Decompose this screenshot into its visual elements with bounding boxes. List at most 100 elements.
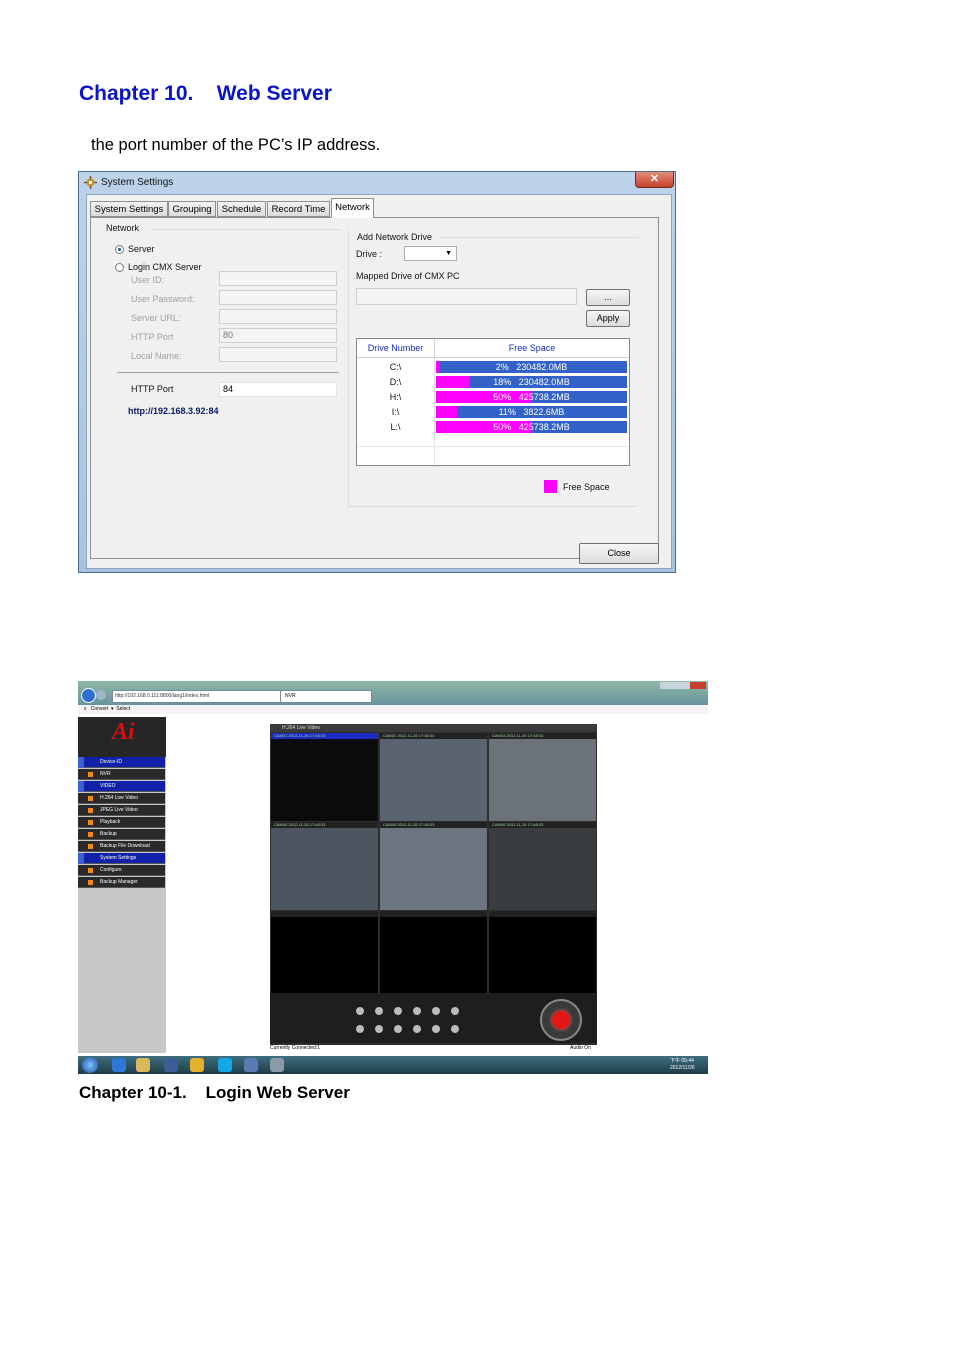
login-cmx-label: Login CMX Server [128, 262, 202, 272]
app-icon[interactable] [270, 1058, 284, 1072]
explorer-icon[interactable] [190, 1058, 204, 1072]
sidebar-item[interactable]: System Settings [78, 853, 165, 864]
camera-tile[interactable]: CAM01 2012-11-26 17:48:33 [271, 733, 378, 821]
ptz-button[interactable] [432, 1025, 440, 1033]
tab-schedule[interactable]: Schedule [217, 201, 266, 217]
chapter-title: Chapter 10. Web Server [79, 82, 332, 105]
sidebar-item[interactable]: Configure [78, 865, 165, 876]
live-video-viewer: H.264 Live Video CAM01 2012-11-26 17:48:… [270, 724, 597, 1072]
group-divider [439, 237, 639, 238]
camera-tile[interactable] [489, 911, 596, 999]
ptz-button[interactable] [375, 1007, 383, 1015]
back-icon[interactable] [81, 688, 96, 703]
login-cmx-radio[interactable] [115, 263, 124, 272]
server-url-field[interactable] [219, 309, 337, 324]
ptz-button[interactable] [394, 1007, 402, 1015]
connection-status: Currently Connected:1 [270, 1045, 321, 1051]
legend-label: Free Space [563, 482, 610, 492]
ptz-button[interactable] [356, 1007, 364, 1015]
network-group-label: Network [106, 223, 140, 233]
window-controls[interactable] [660, 682, 706, 689]
free-space-bar: 50% 425738.2MB [436, 391, 627, 403]
close-icon[interactable]: ✕ [635, 172, 674, 188]
close-button[interactable]: Close [579, 543, 659, 564]
folder-icon[interactable] [136, 1058, 150, 1072]
free-space-text: 50% 425738.2MB [493, 392, 570, 402]
joystick-center-icon[interactable] [552, 1011, 570, 1029]
camera-tile[interactable] [380, 911, 487, 999]
ptz-button[interactable] [356, 1025, 364, 1033]
ptz-button[interactable] [451, 1025, 459, 1033]
local-name-label: Local Name: [131, 351, 182, 361]
http-port-label: HTTP Port [131, 384, 174, 394]
close-icon[interactable] [690, 682, 706, 689]
camera-tile[interactable]: CAM02 2012-11-26 17:48:33 [380, 733, 487, 821]
browser-tab[interactable]: NVR [280, 690, 372, 703]
camera-tile[interactable] [271, 911, 378, 999]
ptz-button[interactable] [432, 1007, 440, 1015]
drive-number-cell: H:\ [389, 392, 402, 402]
sidebar-item[interactable]: VIDEO [78, 781, 165, 792]
browse-button[interactable]: ... [586, 289, 630, 306]
tab-system-settings[interactable]: System Settings [90, 201, 168, 217]
start-button-icon[interactable] [82, 1057, 98, 1073]
mapped-drive-label: Mapped Drive of CMX PC [356, 271, 460, 281]
free-space-text: 50% 425738.2MB [493, 422, 570, 432]
sidebar-item[interactable]: Playback [78, 817, 165, 828]
word-icon[interactable] [244, 1058, 258, 1072]
legend-swatch [544, 480, 557, 493]
ptz-button[interactable] [413, 1007, 421, 1015]
ptz-joystick[interactable] [540, 999, 582, 1041]
sidebar-item[interactable]: H.264 Live Video [78, 793, 165, 804]
user-password-label: User Password: [131, 294, 195, 304]
skype-icon[interactable] [218, 1058, 232, 1072]
sidebar-item[interactable]: Backup Manager [78, 877, 165, 888]
add-network-drive-label: Add Network Drive [357, 232, 433, 242]
system-clock: 下午 05:44 2012/11/26 [670, 1058, 695, 1071]
ptz-button[interactable] [451, 1007, 459, 1015]
viewer-title: H.264 Live Video [270, 724, 597, 732]
ptz-button[interactable] [413, 1025, 421, 1033]
camera-tile[interactable]: CAM05 2012-11-26 17:48:33 [380, 822, 487, 910]
tab-network[interactable]: Network [331, 198, 374, 218]
free-space-bar: 11% 3822.6MB [436, 406, 627, 418]
http-port-field[interactable]: 84 [219, 382, 337, 397]
column-header-free-space: Free Space [435, 339, 629, 358]
figure-caption: Chapter 10-1. Login Web Server [79, 1083, 350, 1102]
ai-logo-mark: Ai [112, 719, 135, 745]
apply-button[interactable]: Apply [586, 310, 630, 327]
server-radio[interactable] [115, 245, 124, 254]
sidebar-item[interactable]: NVR [78, 769, 165, 780]
camera-tile[interactable]: CAM04 2012-11-26 17:48:33 [271, 822, 378, 910]
media-icon[interactable] [164, 1058, 178, 1072]
mapped-drive-field[interactable] [356, 288, 577, 305]
drive-select[interactable]: ▼ [404, 246, 457, 261]
sidebar-item[interactable]: Device-ID [78, 757, 165, 768]
camera-label: CAM05 2012-11-26 17:48:33 [380, 822, 487, 828]
address-bar[interactable]: http://192.168.0.111:8800/lang1/index.ht… [112, 690, 281, 703]
group-divider-vertical [348, 230, 349, 506]
dialog-body: System Settings Grouping Schedule Record… [86, 194, 672, 569]
user-id-field[interactable] [219, 271, 337, 286]
sidebar-item[interactable]: JPEG Live Video [78, 805, 165, 816]
tab-grouping[interactable]: Grouping [168, 201, 216, 217]
server-url-label: Server URL: [131, 313, 181, 323]
cmx-http-port-field[interactable]: 80 [219, 328, 337, 343]
drive-number-cell: L:\ [390, 422, 401, 432]
cmx-http-port-label: HTTP Port [131, 332, 174, 342]
ptz-button[interactable] [394, 1025, 402, 1033]
ptz-button[interactable] [375, 1025, 383, 1033]
user-password-field[interactable] [219, 290, 337, 305]
camera-label [489, 911, 596, 917]
camera-label: CAM04 2012-11-26 17:48:33 [271, 822, 378, 828]
camera-tile[interactable]: CAM03 2012-11-26 17:48:33 [489, 733, 596, 821]
camera-tile[interactable]: CAM06 2012-11-26 17:48:33 [489, 822, 596, 910]
drive-number-cell: C:\ [389, 362, 402, 372]
sidebar-item[interactable]: Backup [78, 829, 165, 840]
sidebar-item[interactable]: Backup File Download [78, 841, 165, 852]
forward-icon[interactable] [96, 690, 106, 700]
local-name-field[interactable] [219, 347, 337, 362]
tab-record-time[interactable]: Record Time [267, 201, 330, 217]
ie-icon[interactable] [112, 1058, 126, 1072]
audio-label: Audio On [570, 1045, 591, 1051]
